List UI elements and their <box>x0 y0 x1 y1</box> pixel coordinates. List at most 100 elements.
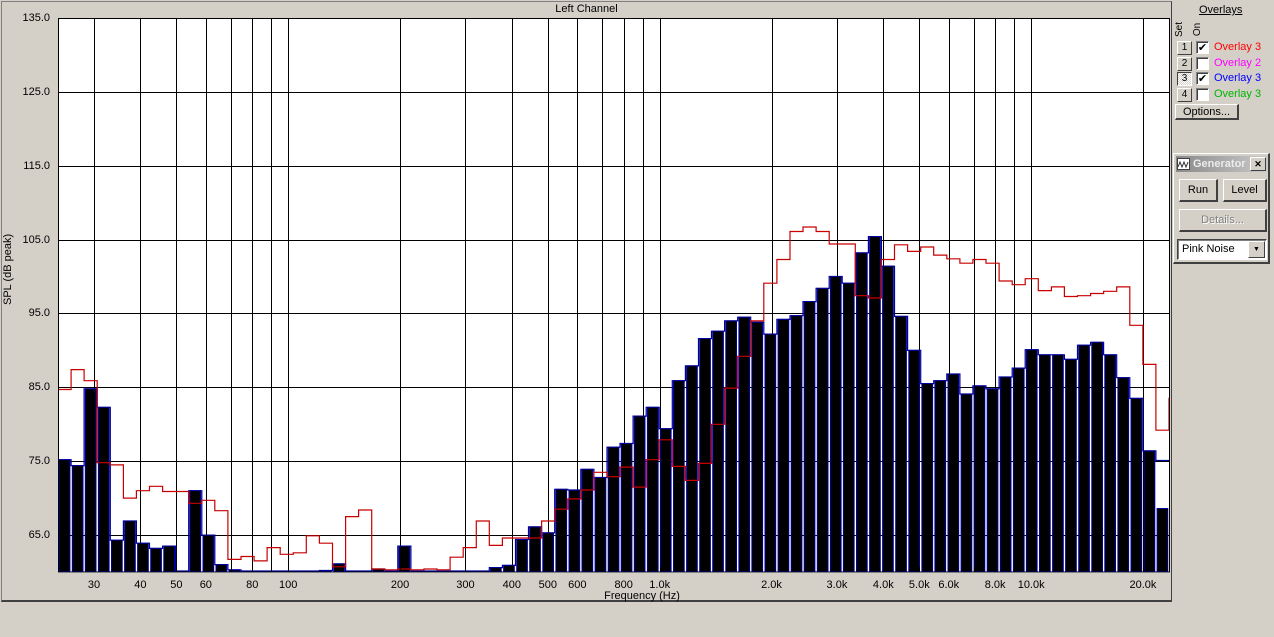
spectrum-bar <box>842 282 855 572</box>
y-tick-label: 65.0 <box>28 529 50 542</box>
spectrum-bar <box>163 545 176 572</box>
overlays-title: Overlays <box>1199 4 1243 16</box>
spectrum-bar <box>633 415 646 572</box>
overlay-label-3: Overlay 3 <box>1214 72 1262 85</box>
spectrum-bar <box>908 349 920 572</box>
noise-type-value: Pink Noise <box>1182 243 1235 255</box>
spectrum-bar <box>751 321 764 572</box>
spectrum-bar <box>555 488 568 572</box>
x-tick-label: 20.0k <box>1129 579 1157 591</box>
spectrum-bar <box>333 563 345 573</box>
spectrum-bar <box>986 388 999 572</box>
spectrum-bar <box>803 301 816 572</box>
spectrum-chart <box>58 18 1170 573</box>
spectrum-bar <box>712 330 724 573</box>
spectrum-bar <box>869 236 881 572</box>
y-tick-label: 75.0 <box>28 455 50 468</box>
spectrum-bar <box>111 539 123 573</box>
options-button[interactable]: Options... <box>1175 104 1239 120</box>
overlay-set-button-1[interactable]: 1 <box>1177 41 1192 55</box>
x-tick-label: 8.0k <box>984 579 1006 591</box>
spectrum-bar <box>581 468 594 572</box>
spectrum-bar <box>895 315 907 572</box>
spectrum-bar <box>934 380 947 573</box>
overlay-on-checkbox-4[interactable] <box>1196 88 1209 102</box>
x-tick-label: 4.0k <box>872 579 894 591</box>
spectrum-bar <box>699 338 711 572</box>
overlay-label-4: Overlay 3 <box>1214 88 1262 101</box>
spectrum-bar <box>215 564 228 572</box>
spectrum-bar <box>947 373 960 572</box>
spectrum-bar <box>686 365 698 572</box>
spectrum-bar <box>71 465 84 573</box>
noise-type-combobox[interactable]: Pink Noise ▼ <box>1177 239 1267 260</box>
chevron-down-icon[interactable]: ▼ <box>1248 241 1265 258</box>
spectrum-bar <box>202 534 215 572</box>
spectrum-bar <box>882 265 894 572</box>
overlay-on-checkbox-3[interactable]: ✔ <box>1196 72 1209 86</box>
y-tick-label: 135.0 <box>22 12 50 24</box>
spectrum-bar <box>1065 358 1077 572</box>
spectrum-bar <box>973 385 986 572</box>
x-tick-label: 60 <box>199 579 212 591</box>
x-tick-label: 2.0k <box>761 579 782 591</box>
y-tick-label: 85.0 <box>28 381 50 394</box>
spectrum-bar <box>764 333 777 572</box>
spectrum-bar <box>646 406 659 572</box>
overlay-label-2: Overlay 2 <box>1214 56 1262 69</box>
spectrum-bar <box>594 477 607 572</box>
spectrum-bar <box>1025 349 1038 573</box>
spectrum-bar <box>529 526 541 572</box>
y-tick-label: 95.0 <box>28 307 50 320</box>
spectrum-bar <box>150 547 162 573</box>
spectrum-bar <box>790 315 803 573</box>
spectrum-bar <box>516 539 528 572</box>
set-column-label: Set <box>1174 21 1186 38</box>
spectrum-bar <box>1078 344 1090 573</box>
plot-area <box>58 18 1170 573</box>
x-tick-label: 5.0k <box>908 579 930 591</box>
spectrum-bar <box>738 316 751 573</box>
on-column-label: On <box>1192 22 1204 37</box>
x-tick-label: 3.0k <box>826 579 848 591</box>
overlay-set-button-2[interactable]: 2 <box>1177 56 1192 71</box>
rta-chart-panel: Left Channel SPL (dB peak) 135.0 125.0 115… <box>1 1 1172 602</box>
spectrum-bar <box>1012 367 1025 572</box>
generator-window: Generator ✕ Run Level Details... Pink No… <box>1173 153 1270 264</box>
details-button: Details... <box>1179 209 1267 232</box>
spectrum-bar <box>568 489 581 572</box>
spectrum-bar <box>856 252 868 572</box>
level-button[interactable]: Level <box>1223 179 1267 202</box>
spectrum-bar <box>829 276 842 572</box>
overlay-on-checkbox-1[interactable]: ✔ <box>1196 41 1209 54</box>
overlay-label-1: Overlay 3 <box>1214 41 1262 53</box>
generator-titlebar[interactable]: Generator ✕ <box>1176 156 1268 172</box>
spectrum-bar <box>673 380 685 573</box>
spectrum-bar <box>999 376 1012 572</box>
spectrum-bar <box>921 383 934 572</box>
spectrum-bar <box>1091 341 1104 572</box>
x-tick-label: 6.0k <box>938 579 960 591</box>
spectrum-bar <box>1052 354 1064 572</box>
spectrum-bar <box>320 570 332 572</box>
overlay-set-button-4[interactable]: 4 <box>1177 88 1192 103</box>
run-button[interactable]: Run <box>1179 179 1218 202</box>
y-axis-title: SPL (dB peak) <box>2 233 14 305</box>
x-tick-label: 200 <box>390 579 410 591</box>
x-tick-label: 40 <box>134 579 147 591</box>
spectrum-bar <box>97 406 110 572</box>
waveform-icon <box>1177 158 1190 170</box>
overlay-on-checkbox-2[interactable] <box>1196 56 1209 70</box>
y-tick-label: 125.0 <box>22 85 50 98</box>
x-tick-label: 500 <box>538 579 558 591</box>
chart-title: Left Channel <box>555 3 618 15</box>
x-tick-label: 400 <box>502 579 522 591</box>
spectrum-bar <box>1130 397 1143 572</box>
spectrum-bar <box>607 446 620 573</box>
close-icon[interactable]: ✕ <box>1250 157 1266 171</box>
overlay-set-button-3[interactable]: 3 <box>1177 72 1192 87</box>
spectrum-bar <box>228 569 241 572</box>
spectrum-bar <box>58 459 71 573</box>
spectrum-bar <box>1039 354 1051 572</box>
y-tick-label: 115.0 <box>23 159 50 172</box>
